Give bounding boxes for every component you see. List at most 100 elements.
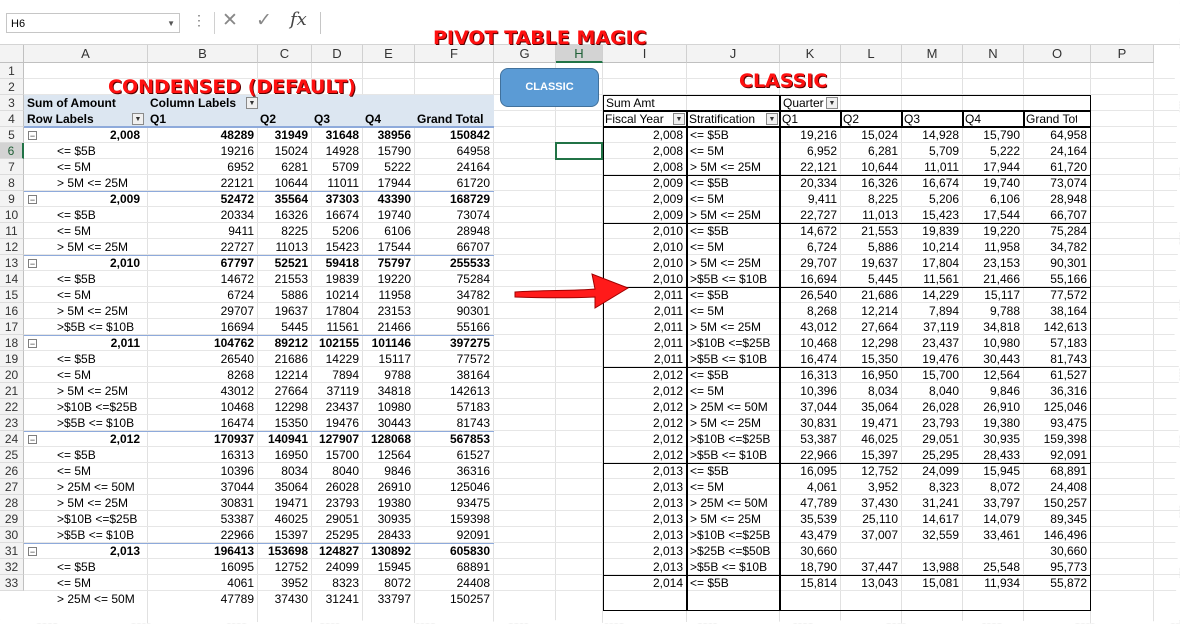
row-header-20[interactable]: 20 — [0, 367, 24, 383]
pivot-column-header-3: Q3 — [314, 112, 331, 126]
column-header-a[interactable]: A — [24, 45, 148, 63]
row-header-15[interactable]: 15 — [0, 287, 24, 303]
classic-button[interactable]: CLASSIC — [500, 68, 599, 107]
column-header-e[interactable]: E — [363, 45, 415, 63]
pivot-value-cell: 30935 — [377, 512, 411, 526]
row-labels-filter-button[interactable]: ▼ — [132, 113, 144, 125]
classic-value-cell: 9,788 — [989, 304, 1020, 318]
row-header-31[interactable]: 31 — [0, 543, 24, 559]
classic-stratification-cell: >$25B <=$50B — [690, 544, 771, 558]
classic-value-cell: 9,411 — [807, 192, 837, 206]
column-header-b[interactable]: B — [148, 45, 258, 63]
column-header-m[interactable]: M — [902, 45, 963, 63]
classic-value-cell: 20,334 — [800, 176, 837, 190]
fiscal-year-filter-button[interactable]: ▼ — [673, 113, 685, 125]
row-header-33[interactable]: 33 — [0, 575, 24, 591]
classic-value-cell: 34,782 — [1050, 240, 1087, 254]
row-header-14[interactable]: 14 — [0, 271, 24, 287]
cancel-icon[interactable]: ✕ — [222, 9, 238, 32]
classic-value-cell: 14,928 — [922, 128, 959, 142]
row-header-12[interactable]: 12 — [0, 239, 24, 255]
row-labels-header: Row Labels — [27, 112, 94, 126]
row-header-29[interactable]: 29 — [0, 511, 24, 527]
row-header-30[interactable]: 30 — [0, 527, 24, 543]
classic-value-cell: 5,886 — [867, 240, 898, 254]
classic-stratification-cell: >$5B <= $10B — [690, 272, 768, 286]
pivot-column-header-5: Grand Total — [417, 112, 484, 126]
classic-value-cell: 5,445 — [867, 272, 898, 286]
row-header-16[interactable]: 16 — [0, 303, 24, 319]
row-header-3[interactable]: 3 — [0, 95, 24, 111]
classic-value-cell: 21,686 — [861, 288, 898, 302]
row-header-1[interactable]: 1 — [0, 63, 24, 79]
pivot-value-cell: 26028 — [325, 480, 359, 494]
row-header-4[interactable]: 4 — [0, 111, 24, 127]
pivot-value-cell: 5709 — [332, 160, 359, 174]
quarter-filter-button[interactable]: ▼ — [826, 97, 838, 109]
row-header-8[interactable]: 8 — [0, 175, 24, 191]
classic-year-cell: 2,012 — [652, 400, 683, 414]
row-header-21[interactable]: 21 — [0, 383, 24, 399]
check-icon[interactable]: ✓ — [256, 9, 272, 32]
column-header-d[interactable]: D — [312, 45, 363, 63]
row-header-28[interactable]: 28 — [0, 495, 24, 511]
column-labels-filter-button[interactable]: ▼ — [246, 97, 258, 109]
classic-year-cell: 2,008 — [652, 144, 683, 158]
row-header-25[interactable]: 25 — [0, 447, 24, 463]
classic-value-cell: 31,241 — [922, 496, 959, 510]
row-header-18[interactable]: 18 — [0, 335, 24, 351]
select-all-corner[interactable] — [0, 45, 24, 63]
row-header-10[interactable]: 10 — [0, 207, 24, 223]
row-header-6[interactable]: 6 — [0, 143, 24, 159]
pivot-value-cell: 46025 — [274, 512, 308, 526]
classic-value-cell: 75,284 — [1050, 224, 1087, 238]
row-header-23[interactable]: 23 — [0, 415, 24, 431]
row-header-17[interactable]: 17 — [0, 319, 24, 335]
classic-year-cell: 2,010 — [652, 224, 683, 238]
divider — [214, 12, 215, 34]
stratification-filter-button[interactable]: ▼ — [766, 113, 778, 125]
pivot-value-cell: 24099 — [325, 560, 359, 574]
pivot-value-cell: 8225 — [281, 224, 308, 238]
column-header-c[interactable]: C — [258, 45, 312, 63]
chevron-down-icon[interactable]: ▼ — [167, 14, 175, 34]
row-header-11[interactable]: 11 — [0, 223, 24, 239]
pivot-value-cell: 26540 — [220, 352, 254, 366]
column-header-j[interactable]: J — [687, 45, 780, 63]
pivot-value-cell: 6952 — [227, 160, 254, 174]
active-cell-selection[interactable] — [555, 142, 603, 160]
column-header-n[interactable]: N — [963, 45, 1024, 63]
row-header-27[interactable]: 27 — [0, 479, 24, 495]
pivot-value-cell: 255533 — [449, 256, 490, 270]
insert-function-icon[interactable]: fx — [290, 9, 307, 30]
row-header-2[interactable]: 2 — [0, 79, 24, 95]
classic-value-cell: 22,121 — [800, 160, 837, 174]
row-header-13[interactable]: 13 — [0, 255, 24, 271]
row-header-24[interactable]: 24 — [0, 431, 24, 447]
row-header-7[interactable]: 7 — [0, 159, 24, 175]
row-header-5[interactable]: 5 — [0, 127, 24, 143]
classic-value-cell — [844, 543, 898, 559]
row-header-19[interactable]: 19 — [0, 351, 24, 367]
pivot-value-cell: 8072 — [384, 576, 411, 590]
red-arrow-icon — [514, 273, 630, 309]
classic-value-cell: 25,295 — [922, 448, 959, 462]
pivot-value-cell: 12298 — [274, 400, 308, 414]
row-header-22[interactable]: 22 — [0, 399, 24, 415]
pivot-value-cell: 59418 — [325, 256, 359, 270]
row-label: >$5B <= $10B — [57, 528, 135, 542]
column-header-p[interactable]: P — [1091, 45, 1154, 63]
column-header-o[interactable]: O — [1024, 45, 1091, 63]
name-box[interactable]: H6 ▼ — [6, 13, 180, 33]
row-header-9[interactable]: 9 — [0, 191, 24, 207]
pivot-value-cell: 4061 — [227, 576, 254, 590]
pivot-value-cell: 23437 — [325, 400, 359, 414]
classic-value-cell: 15,350 — [861, 352, 898, 366]
column-header-l[interactable]: L — [841, 45, 902, 63]
row-header-32[interactable]: 32 — [0, 559, 24, 575]
column-header-k[interactable]: K — [780, 45, 841, 63]
classic-year-cell: 2,012 — [652, 432, 683, 446]
pivot-value-cell: 81743 — [456, 416, 490, 430]
pivot-value-cell: 55166 — [456, 320, 490, 334]
row-header-26[interactable]: 26 — [0, 463, 24, 479]
